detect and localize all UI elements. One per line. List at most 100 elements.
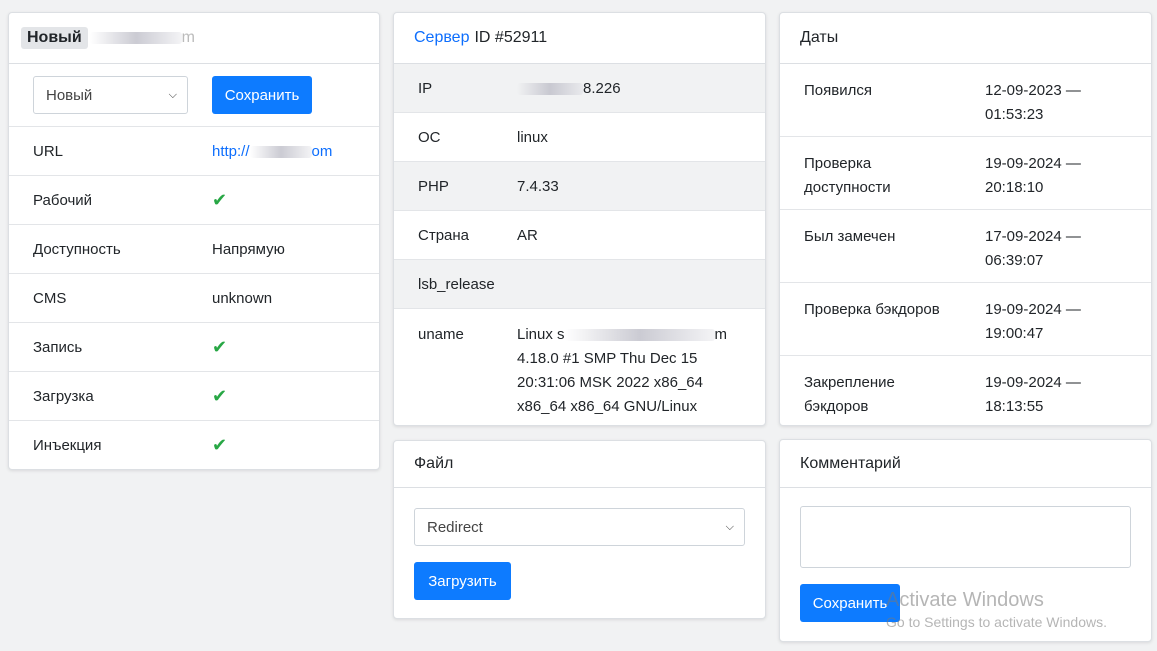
date-row-availability-check: Проверка доступности 19-09-2024 — 20:18:… — [780, 137, 1151, 210]
server-id: ID #52911 — [474, 29, 548, 46]
date-label-line-1: Проверка бэкдоров — [804, 301, 940, 318]
date-row-backdoor-pin: Закрепление бэкдоров 19-09-2024 — 18:13:… — [780, 356, 1151, 425]
file-type-select[interactable]: Redirect ⌵ — [414, 508, 745, 546]
date-value: 12-09-2023 — 01:53:23 — [985, 79, 1127, 127]
lsb-release-label: lsb_release — [418, 275, 495, 293]
check-icon: ✔ — [212, 435, 228, 455]
url-label: URL — [33, 142, 64, 160]
date-value-date: 19-09-2024 — — [985, 155, 1081, 172]
ip-label: IP — [418, 79, 433, 97]
date-value: 17-09-2024 — 06:39:07 — [985, 225, 1127, 273]
uname-line-1-suffix: m — [714, 326, 728, 343]
date-label-line-1: Проверка — [804, 155, 872, 172]
site-card: Новый m Новый ⌵ Сохранить URL http://om … — [8, 12, 380, 470]
upload-button[interactable]: Загрузить — [414, 562, 511, 600]
chevron-down-icon: ⌵ — [725, 520, 734, 533]
date-value-time: 20:18:10 — [985, 179, 1044, 196]
cms-value: unknown — [212, 289, 273, 307]
date-value-time: 06:39:07 — [985, 252, 1044, 269]
os-value: linux — [517, 128, 548, 146]
upload-label: Загрузка — [33, 387, 94, 405]
date-label: Был замечен — [804, 225, 985, 249]
date-value: 19-09-2024 — 19:00:47 — [985, 298, 1127, 346]
working-row: Рабочий ✔ — [9, 176, 379, 225]
php-row: PHP 7.4.33 — [394, 162, 765, 211]
redacted-ip — [517, 82, 583, 95]
injection-row: Инъекция ✔ — [9, 421, 379, 469]
site-card-header: Новый m — [9, 13, 379, 64]
availability-label: Доступность — [33, 240, 121, 258]
server-card: Сервер ID #52911 IP 8.226 ОС linux PHP 7… — [393, 12, 766, 426]
date-value-date: 19-09-2024 — — [985, 301, 1081, 318]
file-card-body: Redirect ⌵ Загрузить — [394, 488, 765, 600]
cms-row: CMS unknown — [9, 274, 379, 323]
lsb-release-row: lsb_release — [394, 260, 765, 309]
url-link[interactable]: http:// om — [212, 143, 355, 160]
file-card: Файл Redirect ⌵ Загрузить — [393, 440, 766, 619]
site-status-badge: Новый — [21, 27, 88, 49]
chevron-down-icon: ⌵ — [168, 88, 177, 101]
date-value-time: 01:53:23 — [985, 106, 1044, 123]
comment-card-header: Комментарий — [780, 440, 1151, 488]
redacted-hostname — [564, 329, 715, 342]
comment-title: Комментарий — [800, 454, 901, 472]
file-type-select-value: Redirect — [427, 518, 483, 536]
uname-line-3: 20:31:06 MSK 2022 x86_64 — [517, 374, 703, 391]
url-prefix: http:// — [212, 142, 250, 160]
ip-row: IP 8.226 — [394, 64, 765, 113]
os-row: ОС linux — [394, 113, 765, 162]
dates-title: Даты — [800, 29, 839, 46]
date-label: Появился — [804, 79, 985, 103]
uname-line-1-prefix: Linux s — [517, 326, 565, 343]
status-select-value: Новый — [46, 86, 93, 104]
availability-value: Напрямую — [212, 240, 285, 258]
uname-value: Linux s m 4.18.0 #1 SMP Thu Dec 15 20:31:… — [517, 323, 741, 419]
file-title: Файл — [414, 455, 454, 472]
date-value: 19-09-2024 — 20:18:10 — [985, 152, 1127, 200]
write-row: Запись ✔ — [9, 323, 379, 372]
site-title-tail: m — [181, 29, 195, 46]
url-row: URL http:// om — [9, 127, 379, 176]
check-icon: ✔ — [212, 385, 228, 406]
date-label-line-1: Появился — [804, 82, 872, 99]
date-value: 19-09-2024 — 18:13:55 — [985, 371, 1127, 419]
uname-line-2: 4.18.0 #1 SMP Thu Dec 15 — [517, 350, 698, 367]
server-card-header: Сервер ID #52911 — [394, 13, 765, 64]
country-label: Страна — [418, 226, 470, 244]
php-value: 7.4.33 — [517, 177, 559, 195]
check-icon: ✔ — [212, 189, 228, 210]
url-suffix: om — [311, 142, 333, 160]
date-row-last-seen: Был замечен 17-09-2024 — 06:39:07 — [780, 210, 1151, 283]
save-status-button[interactable]: Сохранить — [212, 76, 312, 114]
save-comment-button[interactable]: Сохранить — [800, 584, 900, 622]
comment-textarea[interactable] — [800, 506, 1131, 568]
php-label: PHP — [418, 177, 449, 195]
date-label-line-1: Был замечен — [804, 228, 896, 245]
uname-line-1: Linux s m — [517, 323, 741, 347]
date-value-date: 12-09-2023 — — [985, 82, 1081, 99]
redacted-url — [249, 145, 312, 158]
uname-line-4: x86_64 x86_64 GNU/Linux — [517, 398, 698, 415]
upload-row: Загрузка ✔ — [9, 372, 379, 421]
date-row-appeared: Появился 12-09-2023 — 01:53:23 — [780, 64, 1151, 137]
country-row: Страна AR — [394, 211, 765, 260]
date-label: Проверка бэкдоров — [804, 298, 985, 322]
file-card-header: Файл — [394, 441, 765, 488]
check-icon: ✔ — [212, 336, 228, 357]
injection-label: Инъекция — [33, 437, 102, 454]
ip-value: 8.226 — [583, 79, 621, 97]
date-label: Проверка доступности — [804, 152, 985, 200]
os-label: ОС — [418, 128, 441, 146]
date-label: Закрепление бэкдоров — [804, 371, 985, 419]
country-value: AR — [517, 226, 538, 244]
date-label-line-2: бэкдоров — [804, 398, 869, 415]
date-value-date: 19-09-2024 — — [985, 374, 1081, 391]
status-select[interactable]: Новый ⌵ — [33, 76, 188, 114]
date-row-backdoor-check: Проверка бэкдоров 19-09-2024 — 19:00:47 — [780, 283, 1151, 356]
server-link[interactable]: Сервер — [414, 29, 469, 47]
uname-label: uname — [418, 326, 464, 343]
cms-label: CMS — [33, 289, 67, 307]
ip-value-wrap: 8.226 — [517, 80, 741, 97]
redacted-domain — [89, 32, 182, 44]
dates-card-header: Даты — [780, 13, 1151, 64]
